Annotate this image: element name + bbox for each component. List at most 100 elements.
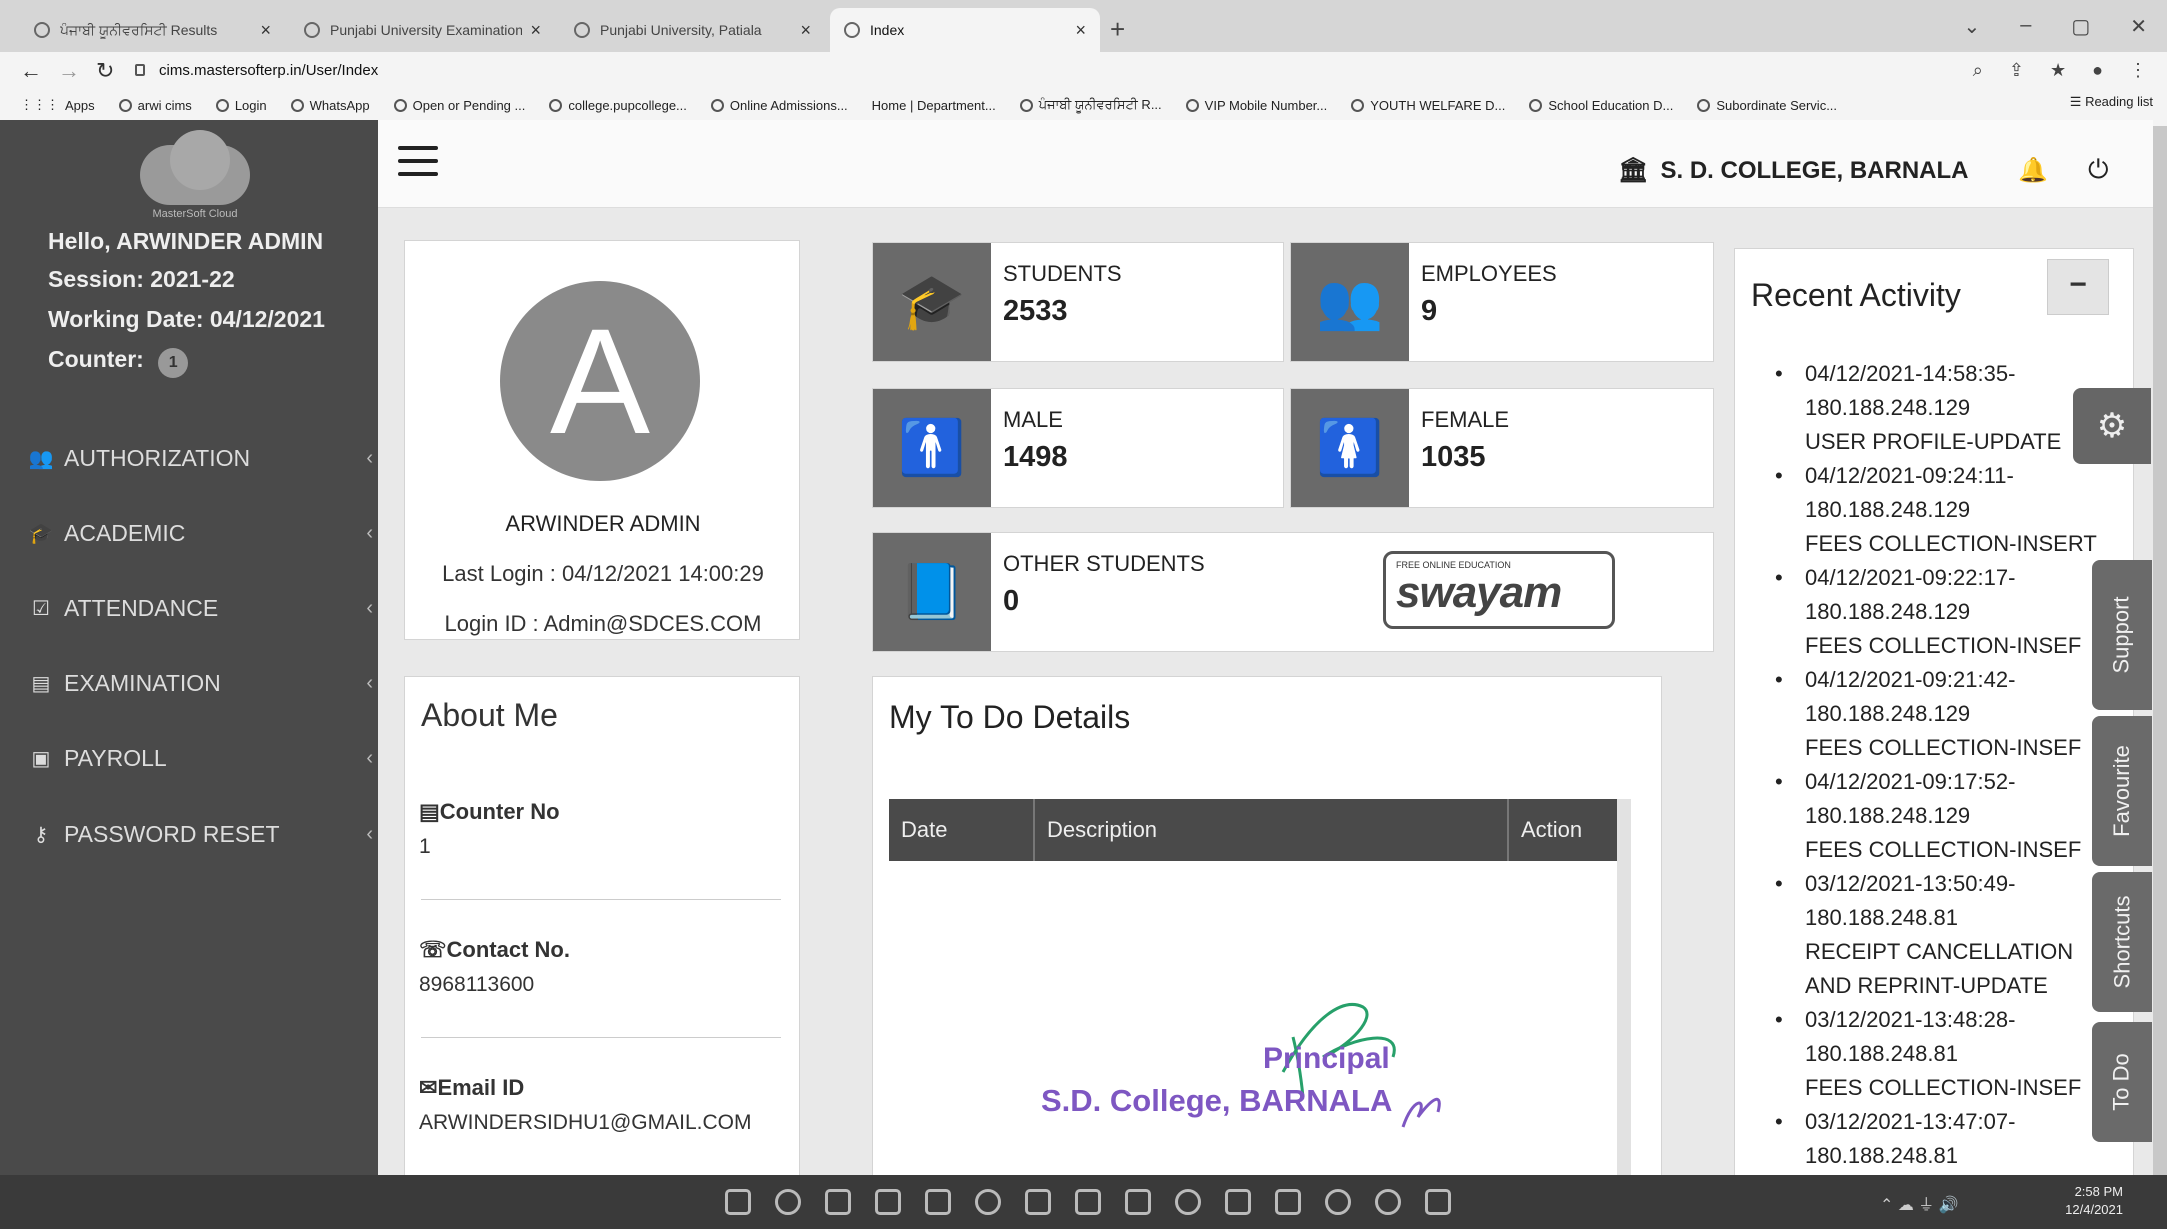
bookmark-apps[interactable]: ⋮⋮⋮ Apps (20, 97, 95, 113)
app-icon[interactable] (1125, 1189, 1151, 1215)
todo-title: My To Do Details (889, 699, 1131, 735)
swayam-logo[interactable]: FREE ONLINE EDUCATION swayam (1383, 551, 1615, 629)
chevron-left-icon: ‹ (366, 446, 373, 469)
shield-icon[interactable] (1425, 1189, 1451, 1215)
working-date-text: Working Date: 04/12/2021 (48, 306, 325, 332)
side-tab-support[interactable]: Support (2092, 560, 2152, 710)
stat-female[interactable]: 🚺 FEMALE 1035 (1290, 388, 1714, 508)
close-window-icon[interactable]: ✕ (2130, 14, 2147, 39)
bell-icon[interactable]: 🔔 (2018, 156, 2048, 185)
bookmark-item[interactable]: Online Admissions... (710, 98, 848, 113)
stat-employees[interactable]: 👥 EMPLOYEES 9 (1290, 242, 1714, 362)
reload-icon[interactable]: ↻ (96, 58, 114, 84)
share-icon[interactable]: ⇪ (2009, 60, 2024, 81)
about-me-title: About Me (421, 697, 558, 733)
sidebar-item-authorization[interactable]: 👥 AUTHORIZATION ‹ (28, 438, 373, 478)
college-name: 🏛 S. D. COLLEGE, BARNALA (1618, 156, 1969, 185)
globe-icon (549, 98, 563, 112)
bookmark-item[interactable]: arwi cims (118, 98, 192, 113)
bookmark-item[interactable]: college.pupcollege... (549, 98, 687, 113)
power-icon[interactable]: ⏻ (2088, 154, 2109, 186)
bookmark-item[interactable]: Subordinate Servic... (1697, 98, 1837, 113)
bookmark-item[interactable]: YOUTH WELFARE D... (1351, 98, 1505, 113)
tab-title: ਪੰਜਾਬੀ ਯੂਨੀਵਰਸਿਟੀ Results (60, 21, 218, 38)
url-field[interactable]: cims.mastersofterp.in/User/Index (135, 54, 1955, 86)
back-arrow-icon[interactable]: ← (20, 58, 42, 84)
institution-icon: 🏛 (1618, 157, 1649, 184)
word-icon[interactable] (1275, 1189, 1301, 1215)
system-tray[interactable]: ⌃ ☁ ⏚ 🔊 (1880, 1191, 1959, 1215)
todo-scrollbar[interactable] (1617, 799, 1631, 1175)
sidebar-item-examination[interactable]: ▤ EXAMINATION ‹ (28, 663, 373, 703)
counter-line: Counter: 1 (48, 346, 189, 378)
browser-tab-active[interactable]: Index × (830, 8, 1100, 52)
sidebar-item-academic[interactable]: 🎓 ACADEMIC ‹ (28, 513, 373, 553)
bookmark-item[interactable]: VIP Mobile Number... (1185, 98, 1327, 113)
chrome-icon[interactable] (1175, 1189, 1201, 1215)
side-tab-shortcuts[interactable]: Shortcuts (2092, 872, 2152, 1012)
bookmark-item[interactable]: ਪੰਜਾਬੀ ਯੂਨੀਵਰਸਿਟੀ R... (1019, 97, 1162, 113)
sidebar: MasterSoft Cloud Hello, ARWINDER ADMIN S… (0, 120, 378, 1175)
close-icon[interactable]: × (530, 20, 541, 41)
column-header-date[interactable]: Date (889, 799, 1035, 861)
store-icon[interactable] (1075, 1189, 1101, 1215)
stat-students[interactable]: 🎓 STUDENTS 2533 (872, 242, 1284, 362)
clock[interactable]: 2:58 PM 12/4/2021 (2065, 1183, 2123, 1219)
maximize-icon[interactable]: ▢ (2071, 14, 2090, 39)
browser-tab[interactable]: Punjabi University Examination × (290, 8, 555, 52)
browser-tab[interactable]: ਪੰਜਾਬੀ ਯੂਨੀਵਰਸਿਟੀ Results × (20, 8, 285, 52)
column-header-description[interactable]: Description (1035, 799, 1509, 861)
stat-other-students[interactable]: 📘 OTHER STUDENTS 0 FREE ONLINE EDUCATION… (872, 532, 1714, 652)
star-icon[interactable]: ★ (2050, 60, 2066, 81)
bookmark-item[interactable]: School Education D... (1529, 98, 1673, 113)
menu-dots-icon[interactable]: ⋮ (2129, 60, 2147, 81)
edge-browser-icon[interactable] (975, 1189, 1001, 1215)
search-icon[interactable] (775, 1189, 801, 1215)
stat-male[interactable]: 🚹 MALE 1498 (872, 388, 1284, 508)
list-item: 03/12/2021-13:50:49- 180.188.248.81 RECE… (1775, 867, 2125, 1003)
todo-card: My To Do Details Date Description Action… (872, 676, 1662, 1175)
session-text: Session: 2021-22 (48, 266, 235, 292)
money-icon: ▣ (31, 747, 51, 770)
close-icon[interactable]: × (800, 20, 811, 41)
sidebar-item-payroll[interactable]: ▣ PAYROLL ‹ (28, 738, 373, 778)
hamburger-menu-icon[interactable] (398, 146, 438, 176)
excel-icon[interactable] (1225, 1189, 1251, 1215)
bookmark-item[interactable]: Login (215, 98, 267, 113)
female-icon: 🚺 (1291, 389, 1409, 507)
counter-badge: 1 (158, 348, 189, 378)
side-tab-todo[interactable]: To Do (2092, 1022, 2152, 1142)
windows-start-icon[interactable] (725, 1189, 751, 1215)
users-icon: 👥 (1291, 243, 1409, 361)
file-explorer-icon[interactable] (1025, 1189, 1051, 1215)
column-header-action[interactable]: Action (1509, 799, 1617, 861)
browser-tab[interactable]: Punjabi University, Patiala × (560, 8, 825, 52)
new-tab-button[interactable]: + (1110, 14, 1125, 45)
zoom-icon[interactable]: ⌕ (1973, 60, 1983, 81)
minimize-icon[interactable]: – (2020, 14, 2031, 39)
bookmark-item[interactable]: Home | Department... (872, 98, 996, 113)
bookmark-item[interactable]: WhatsApp (290, 98, 370, 113)
globe-icon (1351, 98, 1365, 112)
chevron-down-icon[interactable]: ⌄ (1963, 14, 1980, 39)
task-view-icon[interactable] (825, 1189, 851, 1215)
stamp-principal: Principal (1263, 1042, 1390, 1075)
reading-list-button[interactable]: ☰ Reading list (2070, 94, 2153, 110)
login-id: Login ID : Admin@SDCES.COM (444, 611, 762, 636)
sidebar-item-password-reset[interactable]: ⚷ PASSWORD RESET ‹ (28, 814, 373, 854)
chat-icon[interactable] (925, 1189, 951, 1215)
close-icon[interactable]: × (260, 20, 271, 41)
about-me-card: About Me ▤Counter No 1 ☏Contact No. 8968… (404, 676, 800, 1175)
widgets-icon[interactable] (875, 1189, 901, 1215)
divider (421, 1037, 781, 1038)
profile-icon[interactable]: ● (2092, 60, 2103, 81)
sidebar-item-attendance[interactable]: ☑ ATTENDANCE ‹ (28, 588, 373, 628)
collapse-button[interactable]: − (2047, 259, 2109, 315)
close-icon[interactable]: × (1075, 20, 1086, 41)
side-tab-favourite[interactable]: Favourite (2092, 716, 2152, 866)
settings-gear-icon[interactable]: ⚙ (2073, 388, 2151, 464)
settings-icon[interactable] (1375, 1189, 1401, 1215)
firefox-icon[interactable] (1325, 1189, 1351, 1215)
forward-arrow-icon[interactable]: → (58, 58, 80, 84)
bookmark-item[interactable]: Open or Pending ... (393, 98, 525, 113)
